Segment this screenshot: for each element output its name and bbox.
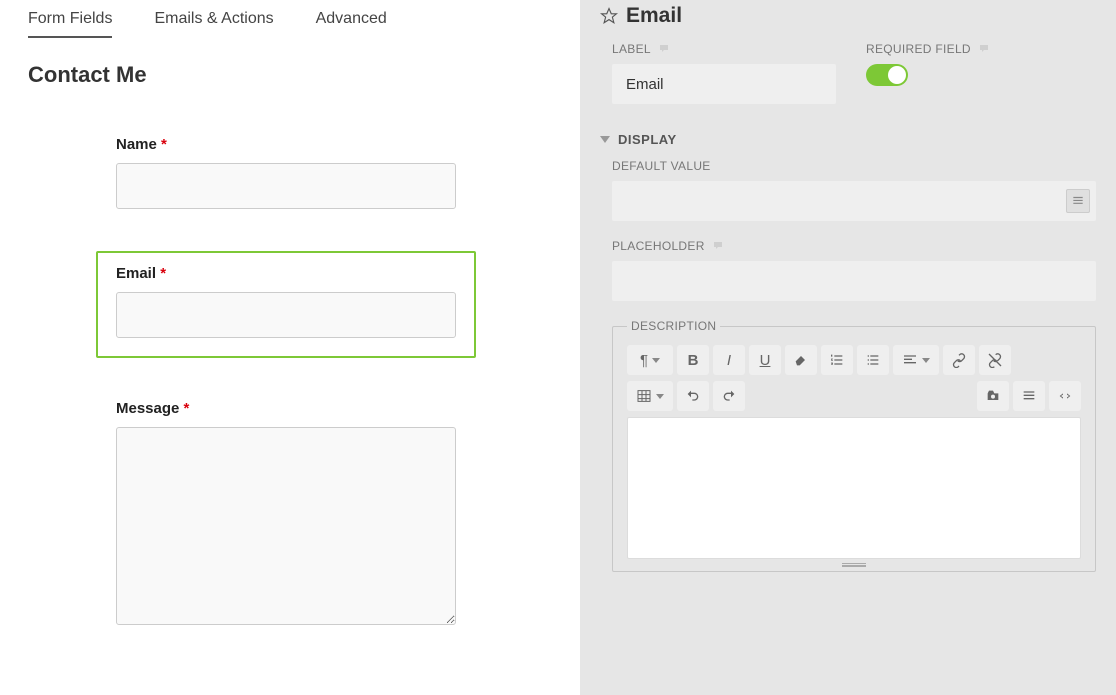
unordered-list-button[interactable] [857,345,889,375]
field-label: Message * [116,400,456,417]
code-icon [1057,388,1073,404]
description-fieldset: DESCRIPTION ¶ B I U [612,319,1096,572]
list-icon [1071,194,1085,208]
description-legend: DESCRIPTION [627,319,720,333]
italic-button[interactable]: I [713,345,745,375]
rte-toolbar-row2 [627,381,1081,411]
field-label-text: Name [116,136,157,153]
align-left-icon [902,352,918,368]
required-column: REQUIRED FIELD [866,42,1096,104]
display-section-header[interactable]: DISPLAY [600,132,1096,147]
undo-button[interactable] [677,381,709,411]
caret-icon [656,394,664,399]
message-input[interactable] [116,427,456,625]
placeholder-heading: PLACEHOLDER [612,239,1096,253]
clear-format-button[interactable] [785,345,817,375]
table-icon [636,388,652,404]
merge-tag-button[interactable] [1066,189,1090,213]
redo-icon [721,388,737,404]
unlink-icon [987,352,1003,368]
ordered-list-icon [829,352,845,368]
field-label-text: Email [116,265,156,282]
help-icon[interactable] [657,43,671,55]
code-view-button[interactable] [1049,381,1081,411]
description-editor[interactable] [627,417,1081,559]
required-marker: * [184,400,190,417]
tab-emails-actions[interactable]: Emails & Actions [154,10,273,38]
name-input[interactable] [116,163,456,209]
undo-icon [685,388,701,404]
tab-form-fields[interactable]: Form Fields [28,10,112,38]
insert-merge-tag-button[interactable] [1013,381,1045,411]
italic-icon: I [727,352,731,369]
required-marker: * [160,265,166,282]
underline-button[interactable]: U [749,345,781,375]
link-icon [951,352,967,368]
form-title[interactable]: Contact Me [28,62,552,88]
field-message[interactable]: Message * [116,400,456,628]
display-heading-text: DISPLAY [618,132,677,147]
star-icon[interactable] [600,7,618,25]
chevron-down-icon [600,136,610,143]
caret-icon [652,358,660,363]
media-button[interactable] [977,381,1009,411]
unordered-list-icon [865,352,881,368]
field-settings-pane: Email LABEL REQUIRED FIELD DISPLAY DEFAU… [580,0,1116,695]
required-heading: REQUIRED FIELD [866,42,1096,56]
ordered-list-button[interactable] [821,345,853,375]
label-input[interactable] [612,64,836,104]
required-marker: * [161,136,167,153]
table-button[interactable] [627,381,673,411]
email-input[interactable] [116,292,456,338]
media-icon [985,388,1001,404]
list-icon [1021,388,1037,404]
default-value-heading: DEFAULT VALUE [612,159,1096,173]
panel-title-text: Email [626,4,682,28]
bold-icon: B [688,352,699,369]
label-column: LABEL [612,42,842,104]
field-name[interactable]: Name * [116,136,456,209]
underline-icon: U [760,352,771,369]
panel-title: Email [600,4,1096,28]
caret-icon [922,358,930,363]
form-preview: Name * Email * Message * [28,136,552,628]
bold-button[interactable]: B [677,345,709,375]
eraser-icon [793,352,809,368]
pilcrow-icon: ¶ [640,352,648,369]
placeholder-heading-text: PLACEHOLDER [612,239,705,253]
tabs: Form Fields Emails & Actions Advanced [28,10,552,44]
required-toggle[interactable] [866,64,908,86]
unlink-button[interactable] [979,345,1011,375]
label-required-row: LABEL REQUIRED FIELD [600,42,1096,104]
paragraph-format-button[interactable]: ¶ [627,345,673,375]
resize-handle[interactable] [842,563,866,567]
field-label: Name * [116,136,456,153]
form-builder-pane: Form Fields Emails & Actions Advanced Co… [0,0,580,695]
default-value-wrap [612,181,1096,221]
toggle-knob [888,66,906,84]
default-value-input[interactable] [612,181,1096,221]
help-icon[interactable] [977,43,991,55]
tab-advanced[interactable]: Advanced [316,10,387,38]
default-value-heading-text: DEFAULT VALUE [612,159,711,173]
required-heading-text: REQUIRED FIELD [866,42,971,56]
rte-toolbar-row1: ¶ B I U [627,345,1081,375]
field-email[interactable]: Email * [96,251,476,358]
display-section-body: DEFAULT VALUE PLACEHOLDER DESCRIPTION ¶ … [600,159,1096,572]
label-heading: LABEL [612,42,842,56]
link-button[interactable] [943,345,975,375]
label-heading-text: LABEL [612,42,651,56]
redo-button[interactable] [713,381,745,411]
field-label-text: Message [116,400,179,417]
placeholder-input[interactable] [612,261,1096,301]
align-button[interactable] [893,345,939,375]
help-icon[interactable] [711,240,725,252]
placeholder-wrap [612,261,1096,301]
field-label: Email * [116,265,456,282]
